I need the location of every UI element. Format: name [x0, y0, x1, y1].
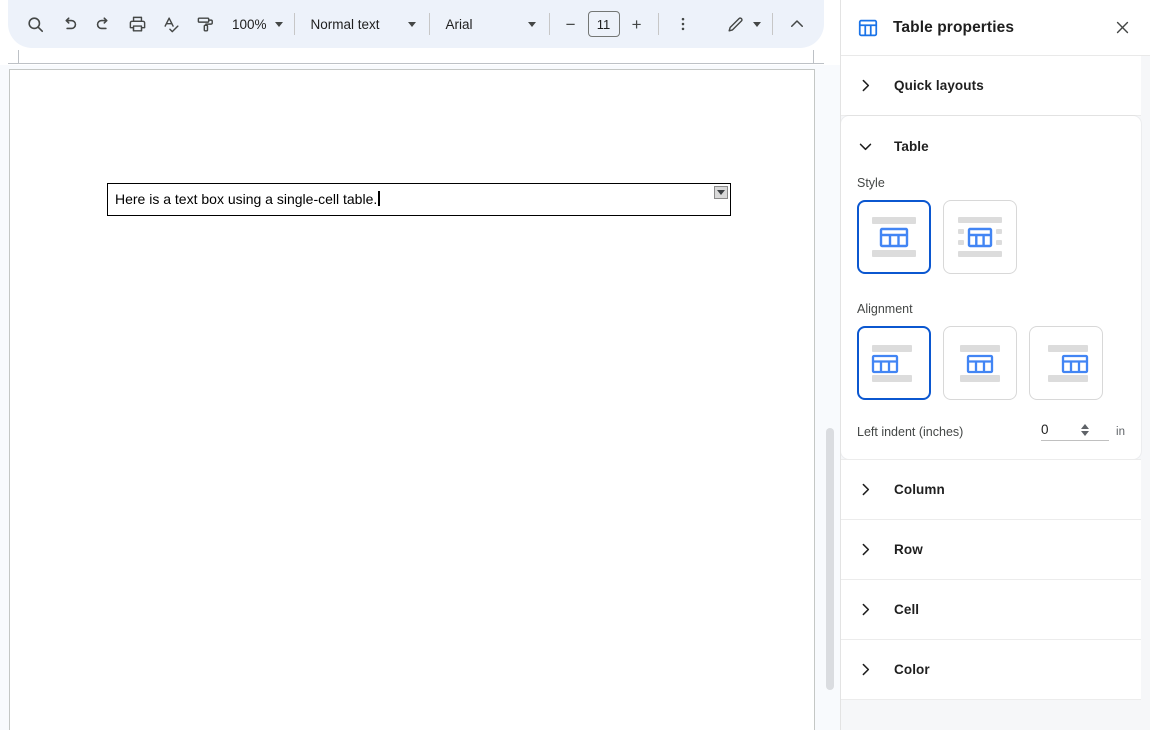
table-section-body: Style Alignment Left indent (inches) 0 i… [841, 176, 1141, 459]
chevron-down-icon [753, 21, 761, 27]
section-label-quick-layouts: Quick layouts [894, 78, 984, 93]
alignment-option-right[interactable] [1029, 326, 1103, 400]
app-root: 100% Normal text Arial − 11 + Here is a … [0, 0, 1150, 730]
undo-icon[interactable] [52, 7, 86, 41]
single-cell-table-textbox[interactable]: Here is a text box using a single-cell t… [107, 183, 731, 216]
sidebar-section-cell[interactable]: Cell [841, 580, 1141, 639]
document-scrollbar[interactable] [824, 65, 836, 730]
toolbar-divider [548, 13, 550, 35]
table-cell-dropdown-handle[interactable] [714, 186, 728, 199]
document-scrollbar-thumb[interactable] [826, 428, 834, 690]
font-size-decrease-button[interactable]: − [557, 10, 585, 38]
table-properties-panel: Table properties Quick layouts Table Sty… [840, 0, 1150, 730]
print-icon[interactable] [120, 7, 154, 41]
table-icon [857, 17, 879, 39]
zoom-value: 100% [232, 16, 267, 32]
style-option-wrap-text[interactable] [943, 200, 1017, 274]
style-label: Style [857, 176, 885, 190]
sidebar-section-row[interactable]: Row [841, 520, 1141, 579]
sidebar-section-quick-layouts[interactable]: Quick layouts [841, 56, 1141, 115]
ruler-margins [18, 50, 814, 63]
font-size-stepper: − 11 + [557, 10, 651, 38]
left-indent-label: Left indent (inches) [857, 424, 964, 439]
editing-mode-selector[interactable] [720, 8, 765, 40]
stepper-down-icon[interactable] [1081, 430, 1090, 436]
chevron-down-icon [857, 138, 874, 155]
dropdown-triangle-icon [717, 190, 725, 195]
document-canvas: Here is a text box using a single-cell t… [0, 65, 840, 730]
style-options [857, 200, 1125, 274]
toolbar-divider [428, 13, 430, 35]
chevron-right-icon [857, 541, 874, 558]
stepper-up-icon[interactable] [1081, 423, 1090, 429]
collapse-toolbar-button[interactable] [780, 7, 814, 41]
sidebar-section-column[interactable]: Column [841, 460, 1141, 519]
left-indent-stepper[interactable] [1081, 423, 1090, 436]
alignment-option-left[interactable] [857, 326, 931, 400]
chevron-right-icon [857, 77, 874, 94]
spellcheck-icon[interactable] [154, 7, 188, 41]
panel-scroll-area: Quick layouts Table Style Alignment Left… [841, 56, 1141, 730]
chevron-right-icon [857, 601, 874, 618]
left-indent-unit: in [1116, 425, 1125, 438]
document-editor: 100% Normal text Arial − 11 + Here is a … [0, 0, 840, 730]
alignment-options [857, 326, 1125, 400]
section-label-cell: Cell [894, 602, 920, 617]
left-indent-field[interactable]: 0 [1041, 422, 1110, 441]
left-indent-input[interactable]: 0 [1041, 422, 1081, 437]
left-indent-row: Left indent (inches) 0 in [857, 422, 1125, 441]
redo-icon[interactable] [86, 7, 120, 41]
font-size-increase-button[interactable]: + [623, 10, 651, 38]
section-label-table: Table [894, 138, 929, 154]
pen-icon [726, 15, 745, 34]
font-family-selector[interactable]: Arial [437, 9, 542, 39]
close-icon[interactable] [1106, 12, 1138, 44]
paragraph-style-value: Normal text [310, 16, 380, 32]
chevron-down-icon [527, 21, 536, 27]
alignment-label: Alignment [857, 302, 913, 316]
chevron-down-icon [274, 21, 283, 27]
font-size-input[interactable]: 11 [587, 11, 620, 37]
font-family-value: Arial [445, 16, 473, 32]
toolbar-divider [772, 13, 773, 35]
section-label-column: Column [894, 482, 945, 497]
more-vertical-icon[interactable] [666, 7, 700, 41]
toolbar-divider [293, 13, 295, 35]
search-icon[interactable] [18, 7, 52, 41]
zoom-selector[interactable]: 100% [224, 9, 287, 39]
textbox-text-value: Here is a text box using a single-cell t… [115, 191, 378, 207]
textbox-content[interactable]: Here is a text box using a single-cell t… [115, 191, 380, 207]
text-cursor [378, 191, 380, 206]
panel-title: Table properties [893, 18, 1015, 36]
toolbar-divider [657, 13, 659, 35]
sidebar-section-color[interactable]: Color [841, 640, 1141, 699]
sidebar-section-table: Table Style Alignment Left indent (inche… [841, 116, 1141, 459]
chevron-down-icon [407, 21, 416, 27]
section-divider [841, 699, 1141, 700]
paint-format-icon[interactable] [188, 7, 222, 41]
document-page[interactable]: Here is a text box using a single-cell t… [9, 69, 815, 730]
panel-header: Table properties [841, 0, 1150, 56]
section-header-table[interactable]: Table [841, 116, 1141, 176]
paragraph-style-selector[interactable]: Normal text [302, 9, 422, 39]
alignment-option-center[interactable] [943, 326, 1017, 400]
section-label-color: Color [894, 662, 930, 677]
panel-body: Quick layouts Table Style Alignment Left… [841, 56, 1150, 730]
chevron-right-icon [857, 661, 874, 678]
section-label-row: Row [894, 542, 923, 557]
chevron-right-icon [857, 481, 874, 498]
editor-toolbar: 100% Normal text Arial − 11 + [8, 0, 824, 48]
document-ruler[interactable] [8, 48, 824, 64]
style-option-inline[interactable] [857, 200, 931, 274]
